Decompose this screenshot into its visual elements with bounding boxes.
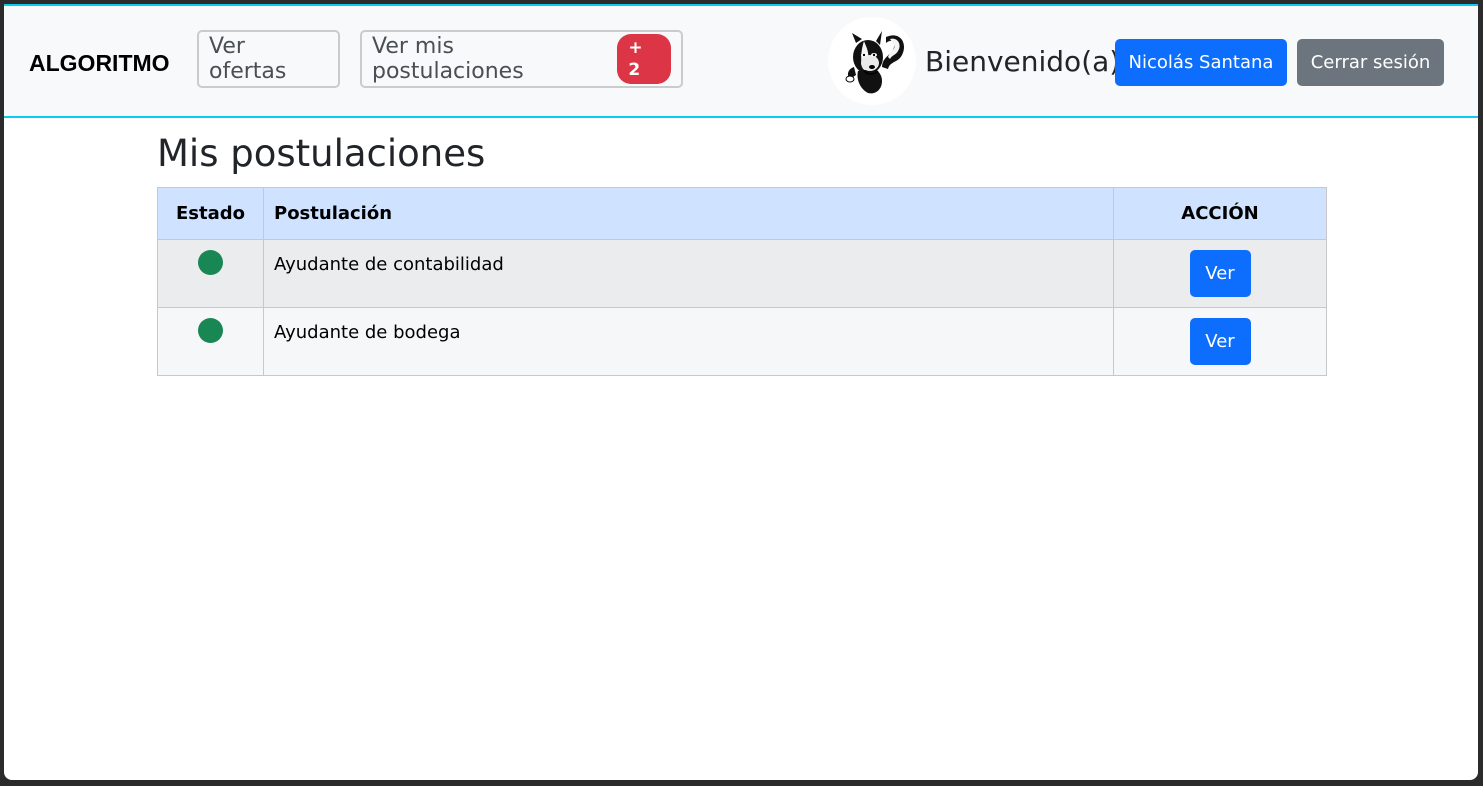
header-postulacion: Postulación [263,187,1114,240]
estado-cell [157,307,264,376]
postulaciones-table: Estado Postulación ACCIÓN Ayudante de co… [157,187,1327,376]
status-dot-icon [198,318,223,343]
status-dot-icon [198,250,223,275]
ver-ofertas-label: Ver ofertas [209,34,287,84]
postulaciones-count-badge: + 2 [617,34,671,84]
browser-window: ALGORITMO Ver ofertas Ver mis postulacio… [4,4,1478,780]
brand-logo[interactable]: ALGORITMO [29,50,170,77]
header-accion: ACCIÓN [1113,187,1327,240]
table-row: Ayudante de contabilidad Ver [157,239,1327,308]
ver-button[interactable]: Ver [1189,250,1251,297]
user-profile-button[interactable]: Nicolás Santana [1115,39,1287,86]
table-row: Ayudante de bodega Ver [157,307,1327,376]
estado-cell [157,239,264,308]
header-estado: Estado [157,187,264,240]
ver-button[interactable]: Ver [1189,318,1251,365]
postulacion-cell: Ayudante de bodega [263,307,1114,376]
table-header-row: Estado Postulación ACCIÓN [157,187,1327,240]
ver-ofertas-button[interactable]: Ver ofertas [197,30,340,88]
navbar: ALGORITMO Ver ofertas Ver mis postulacio… [4,4,1478,118]
skunk-avatar-icon [828,17,916,105]
ver-postulaciones-label: Ver mis postulaciones [372,34,524,84]
accion-cell: Ver [1113,307,1327,376]
logout-label: Cerrar sesión [1310,52,1431,73]
user-name-label: Nicolás Santana [1128,52,1274,73]
postulacion-cell: Ayudante de contabilidad [263,239,1114,308]
ver-postulaciones-button[interactable]: Ver mis postulaciones + 2 [360,30,683,88]
page-title: Mis postulaciones [157,132,486,175]
logout-button[interactable]: Cerrar sesión [1297,39,1444,86]
accion-cell: Ver [1113,239,1327,308]
welcome-text: Bienvenido(a) [925,45,1121,78]
